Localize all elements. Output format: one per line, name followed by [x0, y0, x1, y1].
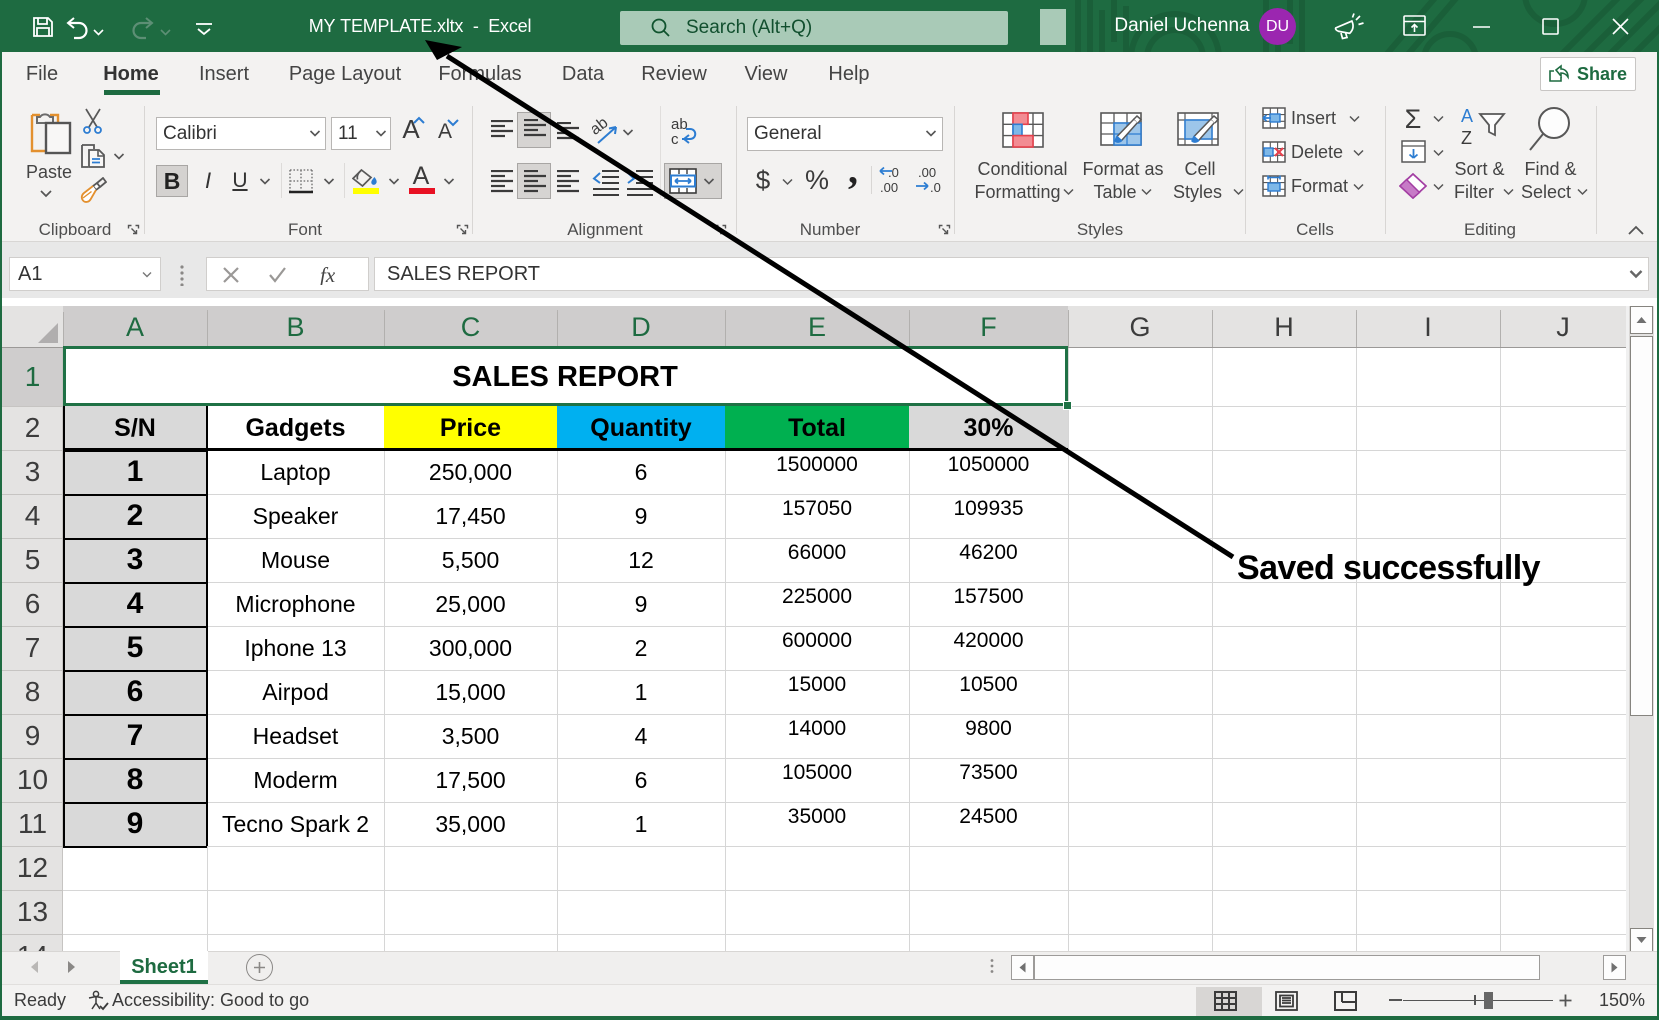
svg-text:.0: .0 [888, 166, 899, 180]
svg-text:ab: ab [592, 117, 611, 139]
svg-text:.0: .0 [930, 180, 941, 194]
svg-text:Z: Z [1461, 128, 1472, 148]
svg-text:c: c [671, 131, 679, 147]
svg-text:.00: .00 [918, 166, 936, 180]
svg-text:A: A [1461, 106, 1473, 126]
svg-text:fx: fx [320, 265, 336, 285]
svg-text:.00: .00 [880, 180, 898, 194]
